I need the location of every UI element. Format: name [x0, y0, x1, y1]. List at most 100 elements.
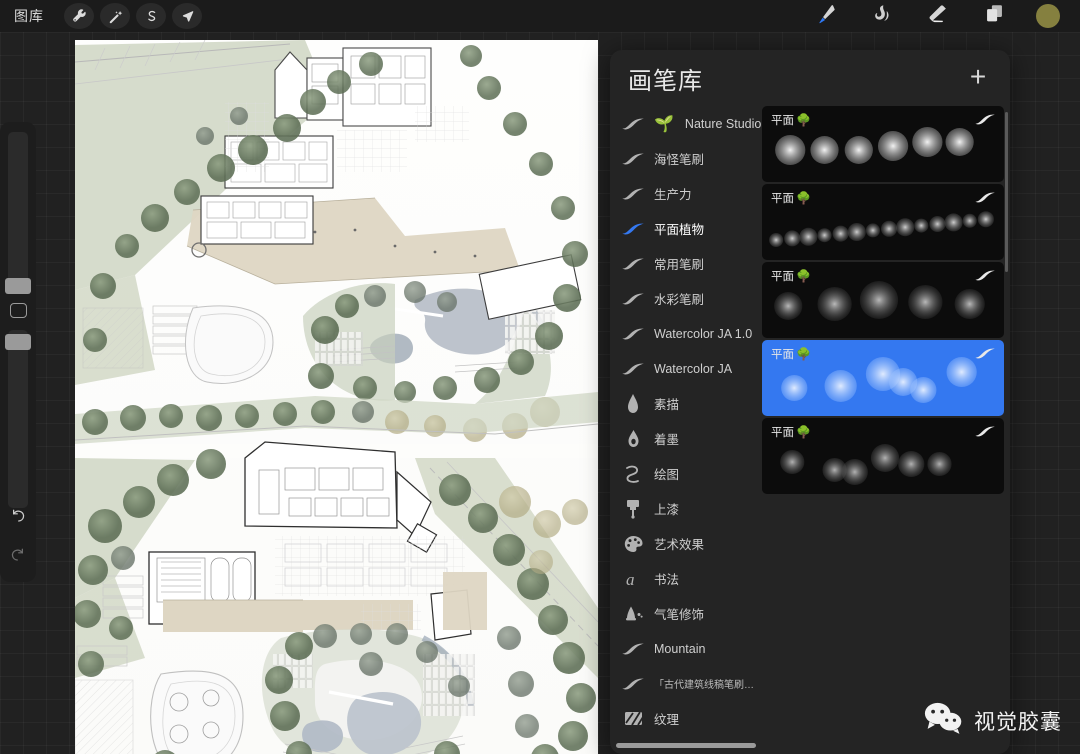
- brush-category-label: Watercolor JA 1.0: [654, 326, 753, 341]
- sprout-emoji-icon: 🌱: [654, 115, 674, 133]
- brush-card[interactable]: 平面 🌳: [762, 106, 1004, 182]
- brush-shape-preview-icon: [974, 191, 996, 209]
- brush-category-list[interactable]: 🌱 Nature Studio 海怪笔刷生产力平面植物常用笔刷水彩笔刷 Waterco…: [610, 106, 762, 754]
- brush-size-slider[interactable]: [5, 132, 31, 294]
- brush-category-label: 气笔修饰: [654, 608, 705, 622]
- brush-category-item[interactable]: 平面植物: [610, 211, 762, 246]
- brush-name-text: 平面: [771, 271, 794, 283]
- airbrush-icon: [621, 605, 645, 623]
- brush-category-label: 「古代建筑线稿笔刷」...: [654, 680, 762, 691]
- brush-category-label: Nature Studio: [684, 116, 762, 131]
- brush-size-slider-knob[interactable]: [5, 278, 31, 294]
- brush-category-label: 纹理: [654, 713, 680, 727]
- brush-shape-preview-icon: [974, 113, 996, 131]
- undo-button[interactable]: [9, 508, 27, 529]
- paint-brush-button[interactable]: [812, 3, 840, 29]
- selection-s-icon: [144, 9, 159, 24]
- tree-emoji-icon: 🌳: [796, 113, 811, 127]
- brush-shape-preview-icon: [974, 269, 996, 287]
- eraser-icon: [927, 3, 949, 30]
- smudge-button[interactable]: [868, 3, 896, 29]
- brush-opacity-slider-knob[interactable]: [5, 334, 31, 351]
- stroke-icon: [621, 641, 645, 657]
- procreate-app-window: 图库 画笔库 + 🌱 Nature Studio 海怪笔刷 生产力 平面植物 常…: [0, 0, 1080, 754]
- undo-redo-group: [9, 508, 27, 582]
- brush-opacity-slider[interactable]: [5, 330, 31, 509]
- adjustments-wand-button[interactable]: [100, 3, 130, 29]
- transform-button[interactable]: [172, 3, 202, 29]
- brush-category-item[interactable]: Watercolor JA: [610, 351, 762, 386]
- brush-category-label: Mountain: [654, 641, 706, 656]
- brush-category-scrollbar[interactable]: [616, 743, 756, 748]
- brush-category-label: 绘图: [654, 468, 680, 482]
- brush-card-selected[interactable]: 平面 🌳: [762, 340, 1004, 416]
- tree-emoji-icon: 🌳: [796, 347, 811, 361]
- brush-category-item[interactable]: a 书法: [610, 561, 762, 596]
- stroke-icon: [621, 326, 645, 342]
- brush-category-item[interactable]: 水彩笔刷: [610, 281, 762, 316]
- selection-button[interactable]: [136, 3, 166, 29]
- brush-category-item[interactable]: 着墨: [610, 421, 762, 456]
- drawing-canvas[interactable]: [75, 40, 598, 754]
- brush-set-scrollbar[interactable]: [1005, 112, 1008, 272]
- paint-brush-flat-icon: [621, 499, 645, 519]
- brush-library-panel: 画笔库 + 🌱 Nature Studio 海怪笔刷生产力平面植物常用笔刷水彩笔刷 W…: [610, 50, 1010, 754]
- brush-category-label: 生产力: [654, 188, 692, 202]
- stroke-icon: [621, 361, 645, 377]
- add-brush-set-button[interactable]: +: [964, 62, 992, 91]
- layers-button[interactable]: [980, 3, 1008, 29]
- tree-emoji-icon: 🌳: [796, 269, 811, 283]
- ink-pen-icon: [621, 429, 645, 448]
- paint-brush-icon: [815, 3, 837, 30]
- layers-icon: [984, 3, 1005, 29]
- actions-wrench-button[interactable]: [64, 3, 94, 29]
- eraser-button[interactable]: [924, 3, 952, 29]
- brush-category-item[interactable]: 常用笔刷: [610, 246, 762, 281]
- stroke-icon: [621, 151, 645, 167]
- brush-category-label: 着墨: [654, 433, 680, 447]
- brush-category-item[interactable]: 上漆: [610, 491, 762, 526]
- actions-wrench-icon: [72, 8, 87, 24]
- toolbar-left-group: 图库: [0, 3, 202, 29]
- brush-category-label: Watercolor JA: [654, 361, 733, 376]
- brush-category-item[interactable]: 气笔修饰: [610, 596, 762, 631]
- transform-arrow-icon: [180, 9, 195, 24]
- brush-category-item[interactable]: 「古代建筑线稿笔刷」...: [610, 666, 762, 701]
- brush-set-list[interactable]: 平面 🌳 平面 🌳 平面 🌳 平面 🌳 平面 🌳: [762, 106, 1010, 754]
- brush-category-item[interactable]: 海怪笔刷: [610, 141, 762, 176]
- modify-button[interactable]: [9, 303, 27, 319]
- calligraphy-a-icon: a: [621, 570, 645, 588]
- color-swatch-button[interactable]: [1036, 4, 1060, 28]
- brush-name-text: 平面: [771, 115, 794, 127]
- brush-category-label: 水彩笔刷: [654, 293, 705, 307]
- brush-category-item[interactable]: Watercolor JA 1.0: [610, 316, 762, 351]
- svg-text:a: a: [626, 570, 635, 588]
- watermark-text: 视觉胶囊: [974, 710, 1062, 734]
- brush-category-item[interactable]: 生产力: [610, 176, 762, 211]
- stroke-icon: [621, 116, 645, 132]
- site-plan-artwork: [75, 40, 598, 754]
- brush-card[interactable]: 平面 🌳: [762, 184, 1004, 260]
- brush-category-item[interactable]: 纹理: [610, 701, 762, 736]
- brush-shape-preview-icon: [974, 347, 996, 365]
- stroke-icon: [621, 221, 645, 237]
- brush-card[interactable]: 平面 🌳: [762, 418, 1004, 494]
- gallery-button[interactable]: 图库: [14, 9, 44, 23]
- brush-category-label: 平面植物: [654, 223, 705, 237]
- brush-name: 平面 🌳: [771, 112, 811, 128]
- brush-name-text: 平面: [771, 193, 794, 205]
- pencil-icon: [621, 393, 645, 414]
- wechat-icon: [924, 701, 964, 740]
- texture-icon: [621, 711, 645, 726]
- brush-category-item[interactable]: 🌱 Nature Studio: [610, 106, 762, 141]
- redo-button[interactable]: [9, 547, 27, 568]
- brush-library-title: 画笔库: [628, 67, 703, 95]
- brush-category-item[interactable]: 艺术效果: [610, 526, 762, 561]
- stroke-icon: [621, 256, 645, 272]
- top-toolbar: 图库: [0, 0, 1080, 32]
- brush-category-item[interactable]: 素描: [610, 386, 762, 421]
- brush-category-item[interactable]: 绘图: [610, 456, 762, 491]
- toolbar-right-group: [812, 3, 1080, 29]
- brush-card[interactable]: 平面 🌳: [762, 262, 1004, 338]
- brush-category-item[interactable]: Mountain: [610, 631, 762, 666]
